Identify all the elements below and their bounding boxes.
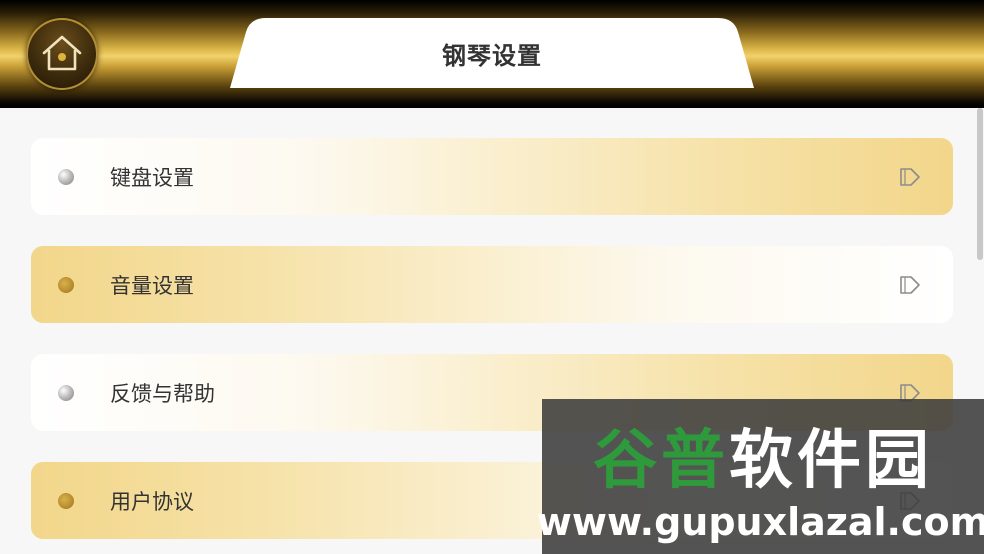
watermark-title-part2: 软件园 bbox=[729, 424, 933, 498]
list-item-label: 键盘设置 bbox=[110, 165, 194, 190]
watermark-url: www.gupuxlazal.com bbox=[536, 500, 984, 544]
watermark-overlay: 谷普 软件园 www.gupuxlazal.com bbox=[536, 399, 984, 554]
list-item-label: 反馈与帮助 bbox=[110, 381, 215, 406]
page-title: 钢琴设置 bbox=[442, 41, 542, 70]
watermark-title-part1: 谷普 bbox=[593, 424, 729, 498]
arrow-right-icon bbox=[900, 276, 920, 294]
header-bar: 钢琴设置 bbox=[0, 0, 984, 108]
arrow-right-icon bbox=[900, 168, 920, 186]
home-button[interactable] bbox=[26, 18, 98, 90]
title-tab: 钢琴设置 bbox=[230, 18, 754, 88]
list-item-label: 用户协议 bbox=[110, 489, 194, 514]
bullet-dot-icon bbox=[58, 493, 74, 509]
vertical-scrollbar[interactable] bbox=[977, 108, 983, 260]
list-item-keyboard-settings[interactable]: 键盘设置 bbox=[31, 138, 953, 215]
list-item-label: 音量设置 bbox=[110, 273, 194, 298]
bullet-dot-icon bbox=[58, 385, 74, 401]
list-item-volume-settings[interactable]: 音量设置 bbox=[31, 246, 953, 323]
watermark-title: 谷普 软件园 bbox=[542, 415, 984, 498]
bullet-dot-icon bbox=[58, 169, 74, 185]
home-icon bbox=[42, 35, 82, 71]
bullet-dot-icon bbox=[58, 277, 74, 293]
